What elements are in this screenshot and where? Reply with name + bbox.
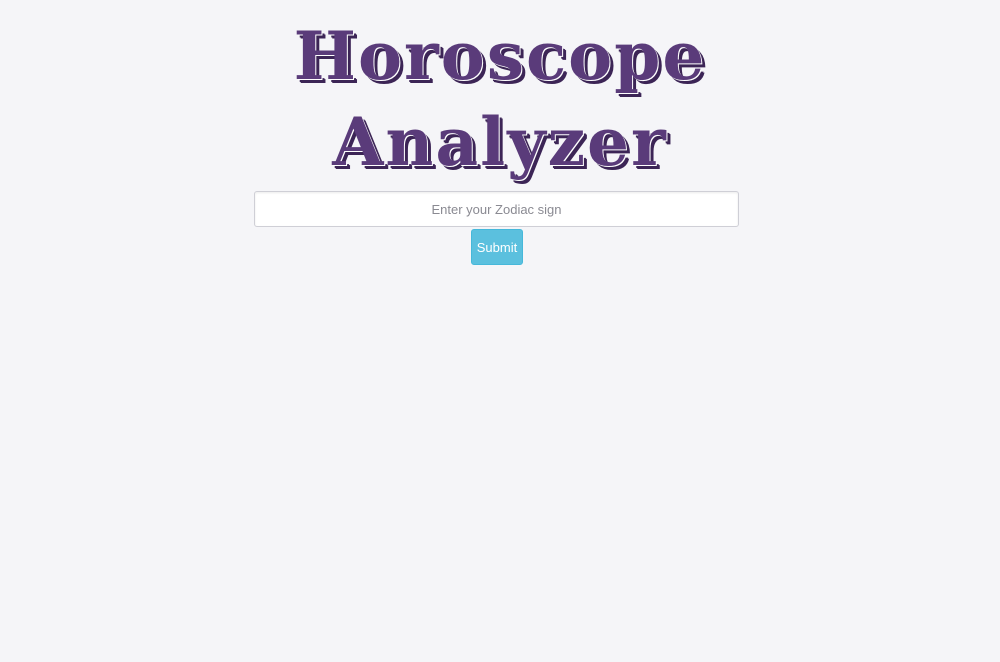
page-title-line-2: Analyzer	[332, 103, 668, 181]
page-title-line-1: Horoscope	[293, 17, 707, 95]
submit-button[interactable]: Submit	[471, 229, 523, 265]
zodiac-sign-input[interactable]	[254, 191, 739, 227]
page: Horoscope Analyzer Submit	[0, 0, 1000, 662]
